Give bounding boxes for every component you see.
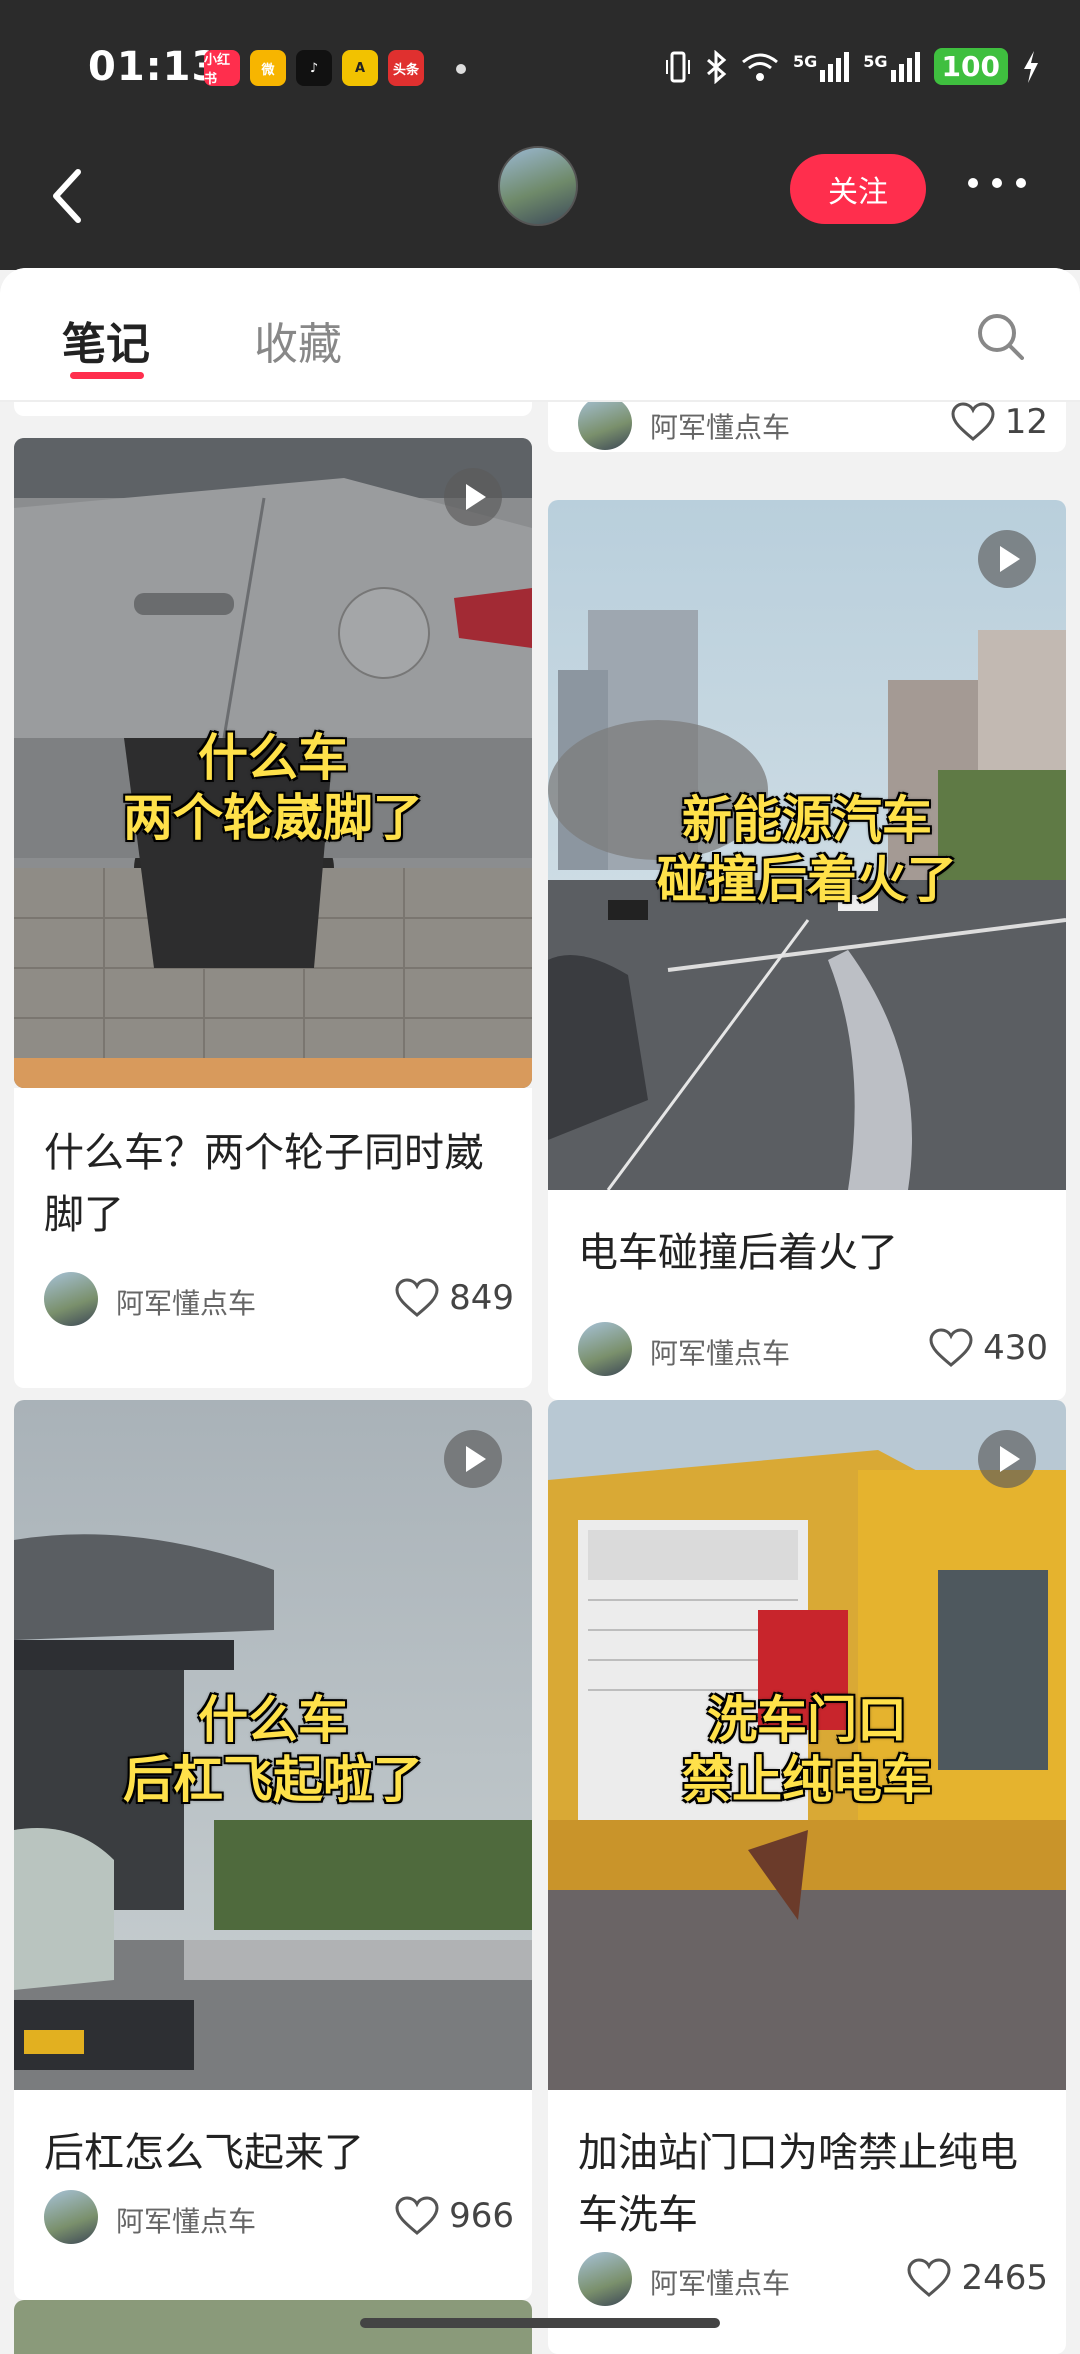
play-icon — [444, 1430, 502, 1488]
partial-card-top-left — [14, 402, 532, 416]
cover-caption: 什么车 两个轮崴脚了 — [14, 728, 532, 848]
wifi-icon — [742, 53, 778, 81]
caption-line-1: 新能源汽车 — [682, 791, 932, 849]
like-count: 2465 — [961, 2258, 1048, 2298]
heart-icon[interactable] — [951, 402, 995, 442]
tiktok-icon: ♪ — [296, 50, 332, 86]
author-avatar-small[interactable] — [44, 1272, 98, 1326]
charging-icon — [1024, 50, 1038, 83]
tab-favorites[interactable]: 收藏 — [254, 308, 342, 372]
card-meta: 阿军懂点车 12 — [578, 402, 1048, 452]
like-control[interactable]: 2465 — [907, 2258, 1048, 2298]
notification-icons: 小红书 微 ♪ A 头条 — [204, 50, 424, 87]
like-count: 430 — [983, 1328, 1048, 1368]
card-meta: 阿军懂点车 430 — [578, 1322, 1048, 1378]
caption-line-1: 什么车 — [198, 1691, 348, 1749]
signal-2-icon: 5G — [863, 51, 920, 82]
note-title[interactable]: 加油站门口为啥禁止纯电车洗车 — [578, 2122, 1048, 2246]
signal-1-icon: 5G — [793, 51, 850, 82]
note-card[interactable]: 什么车 两个轮崴脚了 — [14, 438, 532, 1088]
author-avatar-small[interactable] — [578, 2252, 632, 2306]
cover-caption: 新能源汽车 碰撞后着火了 — [548, 790, 1066, 910]
play-icon — [978, 530, 1036, 588]
more-notifications-dot — [456, 64, 466, 74]
note-card[interactable]: 洗车门口 禁止纯电车 加油站门口为啥禁止纯电车洗车 阿军懂点车 2465 — [548, 1400, 1066, 2354]
heart-icon[interactable] — [929, 1328, 973, 1368]
caption-line-2: 碰撞后着火了 — [657, 851, 957, 909]
app-a-icon: A — [342, 50, 378, 86]
like-count: 966 — [449, 2196, 514, 2236]
notes-panel: 笔记 收藏 阿军懂点车 12 什么车 两个轮崴脚了 什么车？两个轮子同时崴脚了 … — [0, 268, 1080, 2354]
battery-indicator: 100 — [933, 48, 1008, 85]
toutiao-icon: 头条 — [388, 50, 424, 86]
card-author[interactable]: 阿军懂点车 — [116, 1282, 256, 1322]
active-tab-indicator — [70, 372, 144, 379]
play-icon — [444, 468, 502, 526]
bluetooth-icon — [707, 49, 727, 84]
caption-line-1: 洗车门口 — [707, 1691, 907, 1749]
like-count: 12 — [1004, 402, 1048, 442]
xiaohongshu-icon: 小红书 — [204, 50, 240, 87]
partial-card-top-right[interactable]: 阿军懂点车 12 — [548, 402, 1066, 452]
cover-caption: 洗车门口 禁止纯电车 — [548, 1690, 1066, 1810]
card-author[interactable]: 阿军懂点车 — [116, 2200, 256, 2240]
weibo-icon: 微 — [250, 50, 286, 86]
like-control[interactable]: 966 — [395, 2196, 514, 2236]
card-author[interactable]: 阿军懂点车 — [650, 406, 790, 446]
back-arrow-icon[interactable] — [48, 166, 88, 226]
system-indicators: 5G 5G 100 — [665, 48, 1040, 85]
more-options-icon[interactable] — [968, 178, 1026, 188]
note-card[interactable]: 新能源汽车 碰撞后着火了 电车碰撞后着火了 阿军懂点车 430 — [548, 500, 1066, 1400]
note-card[interactable]: 什么车 后杠飞起啦了 后杠怎么飞起来了 阿军懂点车 966 — [14, 1400, 532, 2300]
caption-line-2: 禁止纯电车 — [682, 1751, 932, 1809]
vibrate-icon — [666, 51, 691, 82]
like-count: 849 — [449, 1278, 514, 1318]
card-author[interactable]: 阿军懂点车 — [650, 2262, 790, 2302]
heart-icon[interactable] — [395, 1278, 439, 1318]
search-icon[interactable] — [976, 312, 1024, 360]
cover-caption: 什么车 后杠飞起啦了 — [14, 1690, 532, 1810]
profile-header: 关注 — [0, 140, 1080, 270]
author-avatar-small[interactable] — [44, 2190, 98, 2244]
caption-line-2: 两个轮崴脚了 — [123, 789, 423, 847]
card-meta: 阿军懂点车 2465 — [578, 2252, 1048, 2308]
play-icon — [978, 1430, 1036, 1488]
note-title[interactable]: 什么车？两个轮子同时崴脚了 — [44, 1122, 514, 1246]
note-title[interactable]: 后杠怎么飞起来了 — [44, 2122, 514, 2184]
author-avatar-small[interactable] — [578, 402, 632, 450]
tab-bar: 笔记 收藏 — [0, 268, 1080, 402]
status-bar: 01:13 小红书 微 ♪ A 头条 5G 5G 100 — [0, 0, 1080, 140]
heart-icon[interactable] — [395, 2196, 439, 2236]
gesture-bar[interactable] — [360, 2318, 720, 2328]
tab-notes[interactable]: 笔记 — [62, 308, 150, 372]
caption-line-2: 后杠飞起啦了 — [123, 1751, 423, 1809]
author-avatar[interactable] — [498, 146, 578, 226]
note-title[interactable]: 电车碰撞后着火了 — [578, 1222, 1048, 1284]
card-author[interactable]: 阿军懂点车 — [650, 1332, 790, 1372]
heart-icon[interactable] — [907, 2258, 951, 2298]
card-meta: 阿军懂点车 966 — [44, 2190, 514, 2246]
like-control[interactable]: 849 — [395, 1278, 514, 1318]
follow-button[interactable]: 关注 — [790, 154, 926, 224]
caption-line-1: 什么车 — [198, 729, 348, 787]
like-control[interactable]: 430 — [929, 1328, 1048, 1368]
card-meta: 阿军懂点车 849 — [44, 1272, 514, 1328]
status-time: 01:13 — [88, 44, 221, 90]
author-avatar-small[interactable] — [578, 1322, 632, 1376]
note-card-info[interactable]: 什么车？两个轮子同时崴脚了 阿军懂点车 849 — [14, 1088, 532, 1388]
like-control[interactable]: 12 — [951, 402, 1048, 442]
